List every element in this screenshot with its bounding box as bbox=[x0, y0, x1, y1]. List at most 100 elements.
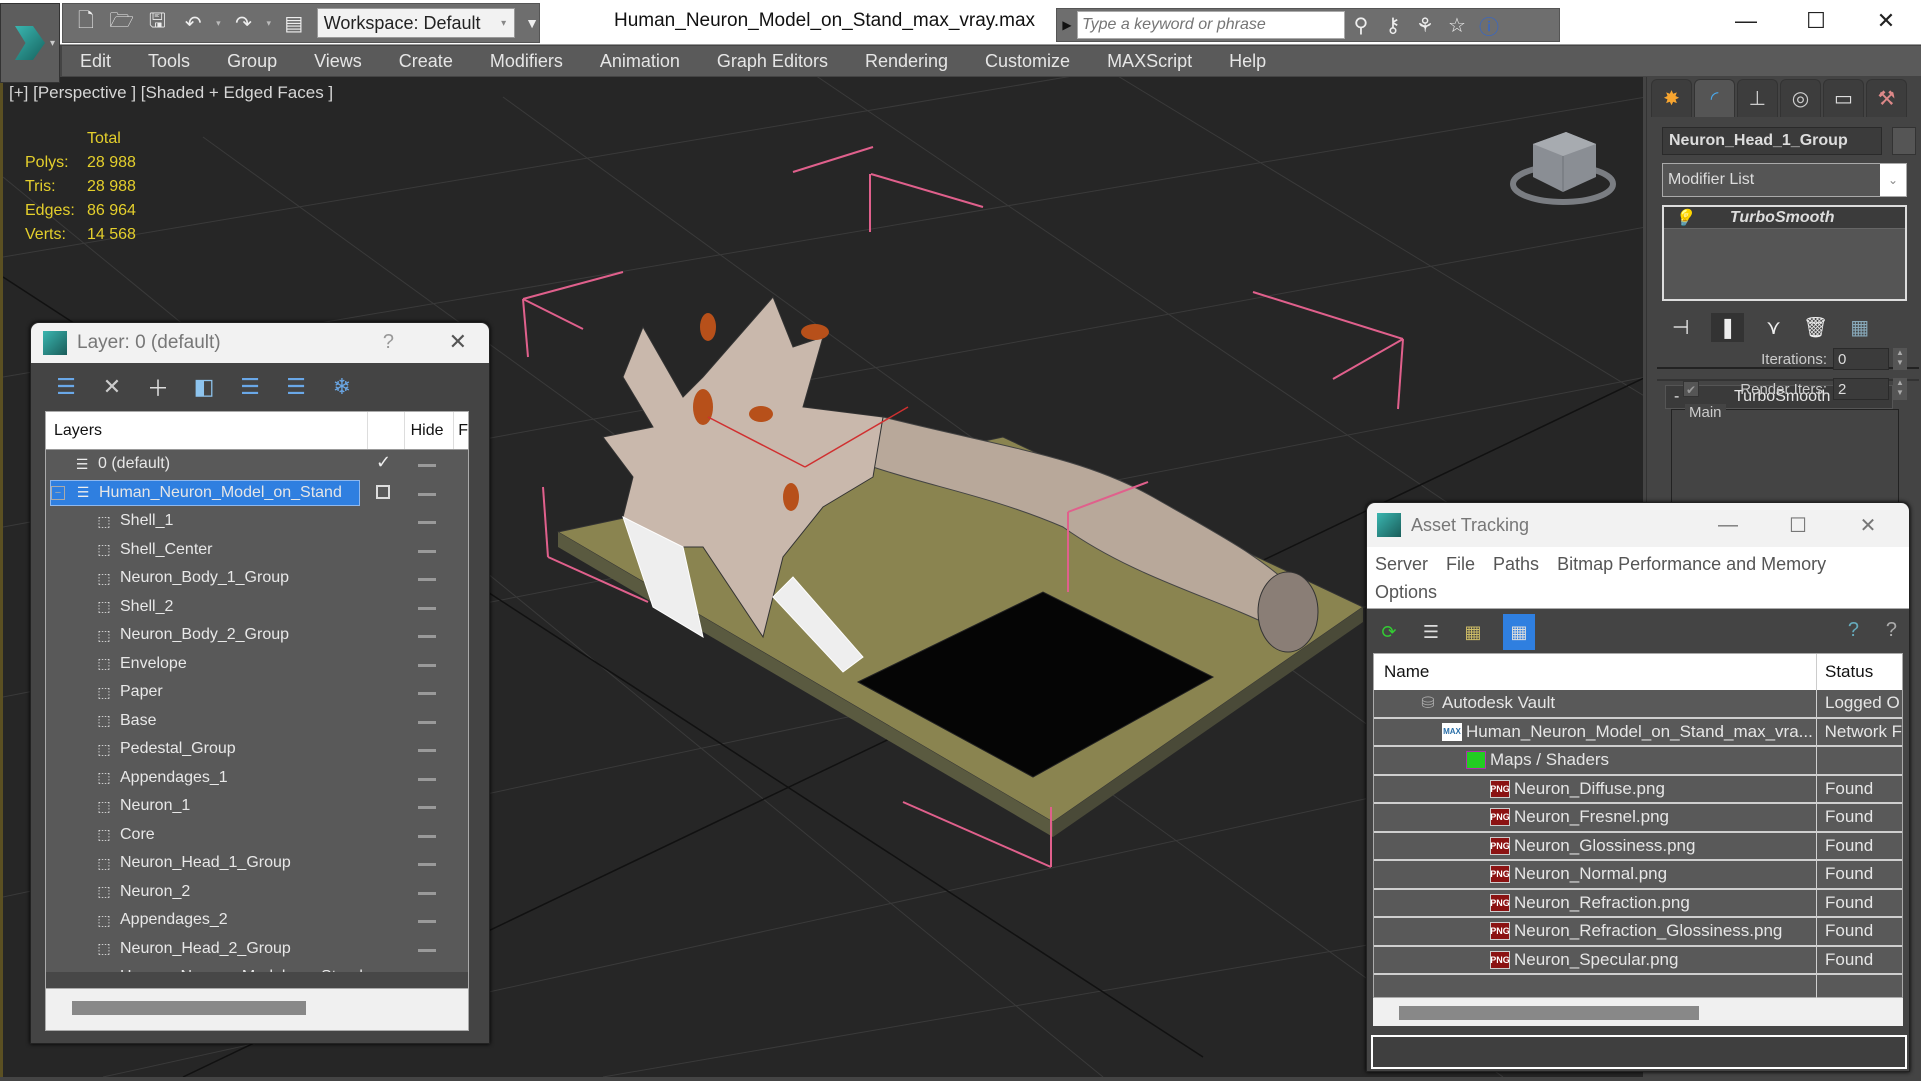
render-iters-input[interactable] bbox=[1833, 378, 1889, 400]
object-row[interactable]: ⬚ Paper bbox=[46, 678, 468, 707]
horizontal-scrollbar[interactable] bbox=[1373, 998, 1903, 1026]
hide-toggle[interactable] bbox=[418, 606, 436, 610]
context-help-icon[interactable]: ? bbox=[1886, 619, 1897, 642]
set-current-layer-icon[interactable]: ☰ bbox=[281, 372, 311, 402]
list-view-icon[interactable]: ☰ bbox=[1419, 618, 1443, 646]
modifier-stack-item[interactable]: 💡 TurboSmooth bbox=[1664, 207, 1905, 229]
object-row[interactable]: ⬚ Neuron_2 bbox=[46, 878, 468, 907]
hide-toggle[interactable] bbox=[418, 578, 436, 581]
object-row[interactable]: ⬚ Shell_2 bbox=[46, 593, 468, 622]
utilities-tab[interactable]: ⚒ bbox=[1866, 79, 1907, 117]
dialog-title-bar[interactable]: Layer: 0 (default) ? ✕ bbox=[31, 323, 489, 363]
app-menu-button[interactable]: ▾ bbox=[0, 3, 60, 83]
column-header-name[interactable]: Name bbox=[1374, 654, 1817, 690]
hide-toggle[interactable] bbox=[418, 834, 436, 838]
redo-icon[interactable]: ↷ bbox=[231, 10, 257, 36]
layer-row[interactable]: ☰ 0 (default) ✓ bbox=[46, 450, 468, 479]
row-name-cell[interactable]: ⬚ Neuron_Body_1_Group bbox=[94, 565, 289, 591]
collapse-toggle-icon[interactable]: − bbox=[51, 485, 65, 500]
menu-customize[interactable]: Customize bbox=[985, 51, 1070, 72]
minimize-button[interactable]: — bbox=[1711, 0, 1781, 42]
customize-toolbar-icon[interactable]: ▼ bbox=[525, 15, 539, 31]
menu-edit[interactable]: Edit bbox=[80, 51, 111, 72]
menu-animation[interactable]: Animation bbox=[600, 51, 680, 72]
hide-toggle[interactable] bbox=[418, 777, 436, 781]
object-row[interactable]: ⬚ Neuron_Body_1_Group bbox=[46, 564, 468, 593]
menu-rendering[interactable]: Rendering bbox=[865, 51, 948, 72]
hide-toggle[interactable] bbox=[418, 549, 436, 553]
viewcube[interactable] bbox=[1508, 122, 1618, 212]
object-row[interactable]: ⬚ Core bbox=[46, 821, 468, 850]
column-header-freeze[interactable]: F bbox=[454, 422, 468, 440]
asset-row[interactable]: PNG Neuron_Specular.png Found bbox=[1374, 946, 1902, 975]
row-name-cell[interactable]: ⬚ Appendages_1 bbox=[94, 765, 227, 791]
show-end-result-icon[interactable]: ❚ bbox=[1711, 312, 1745, 342]
close-button[interactable]: ✕ bbox=[449, 329, 467, 355]
row-name-cell[interactable]: ⬚ Neuron_Head_2_Group bbox=[94, 936, 290, 962]
create-layer-icon[interactable]: ☰ bbox=[51, 372, 81, 402]
project-folder-icon[interactable]: ▤ bbox=[281, 10, 307, 36]
expand-arrow-icon[interactable]: ▶ bbox=[1057, 18, 1077, 32]
refresh-icon[interactable]: ⟳ bbox=[1377, 618, 1401, 646]
key-icon[interactable]: ⚷ bbox=[1377, 13, 1409, 38]
asset-row[interactable]: PNG Neuron_Diffuse.png Found bbox=[1374, 775, 1902, 804]
menu-help[interactable]: Help bbox=[1229, 51, 1266, 72]
row-name-cell[interactable]: ⬚ Shell_2 bbox=[94, 594, 173, 620]
remove-modifier-icon[interactable]: 🗑 bbox=[1803, 315, 1828, 340]
select-layer-icon[interactable]: ☰ bbox=[235, 372, 265, 402]
row-name-cell[interactable]: ⬚ Neuron_1 bbox=[94, 793, 190, 819]
object-name-field[interactable]: Neuron_Head_1_Group bbox=[1662, 127, 1882, 155]
close-button[interactable]: ✕ bbox=[1851, 0, 1921, 42]
add-to-layer-icon[interactable]: ＋ bbox=[143, 372, 173, 402]
asset-row[interactable]: PNG Neuron_Refraction_Glossiness.png Found bbox=[1374, 918, 1902, 947]
menu-file[interactable]: File bbox=[1446, 554, 1475, 575]
spinner-arrows-icon[interactable]: ▲ ▼ bbox=[1893, 348, 1907, 370]
row-name-cell[interactable]: ⬚ Core bbox=[94, 822, 154, 848]
delete-layer-icon[interactable]: ✕ bbox=[97, 372, 127, 402]
hide-toggle[interactable] bbox=[418, 806, 436, 809]
menu-group[interactable]: Group bbox=[227, 51, 277, 72]
binoculars-icon[interactable]: ⚲ bbox=[1345, 13, 1377, 38]
maximize-button[interactable]: ☐ bbox=[1763, 503, 1833, 547]
menu-bitmap-performance[interactable]: Bitmap Performance and Memory bbox=[1557, 554, 1826, 575]
object-row[interactable]: ⬚ Neuron_Head_2_Group bbox=[46, 935, 468, 964]
menu-views[interactable]: Views bbox=[314, 51, 362, 72]
hide-toggle[interactable] bbox=[418, 749, 436, 752]
asset-row[interactable]: MAX Human_Neuron_Model_on_Stand_max_vra..… bbox=[1374, 718, 1902, 747]
object-row[interactable]: ⬚ Base bbox=[46, 707, 468, 736]
pin-stack-icon[interactable]: ⊣ bbox=[1672, 315, 1689, 340]
search-input[interactable] bbox=[1077, 11, 1345, 39]
satellite-icon[interactable]: ⚘ bbox=[1409, 13, 1441, 38]
row-name-cell[interactable]: ⬚ Neuron_Head_1_Group bbox=[94, 850, 290, 876]
object-row[interactable]: ⬚ Neuron_1 bbox=[46, 792, 468, 821]
column-header-layers[interactable]: Layers bbox=[46, 412, 368, 449]
object-row[interactable]: ⬚ Appendages_1 bbox=[46, 764, 468, 793]
help-icon[interactable]: ⓘ bbox=[1473, 11, 1505, 40]
star-icon[interactable]: ☆ bbox=[1441, 13, 1473, 38]
column-header-current[interactable] bbox=[368, 412, 405, 449]
asset-row[interactable]: PNG Neuron_Normal.png Found bbox=[1374, 861, 1902, 890]
undo-dropdown-icon[interactable]: ▾ bbox=[216, 18, 221, 29]
asset-row[interactable]: PNG Neuron_Refraction.png Found bbox=[1374, 889, 1902, 918]
hierarchy-tab[interactable]: ⊥ bbox=[1737, 79, 1778, 117]
maximize-button[interactable]: ☐ bbox=[1781, 0, 1851, 42]
menu-tools[interactable]: Tools bbox=[148, 51, 190, 72]
object-row[interactable]: ⬚ Appendages_2 bbox=[46, 906, 468, 935]
row-name-cell[interactable]: ⬚ Shell_Center bbox=[94, 537, 212, 563]
modify-tab[interactable]: ◜ bbox=[1694, 79, 1735, 117]
horizontal-scrollbar[interactable] bbox=[46, 988, 468, 1030]
row-name-cell[interactable]: ⬚ Base bbox=[94, 708, 156, 734]
hide-toggle[interactable] bbox=[418, 948, 436, 952]
table-view-icon[interactable]: ▦ bbox=[1503, 614, 1535, 650]
workspace-dropdown[interactable]: Workspace: Default ▾ bbox=[316, 8, 516, 38]
hide-toggle[interactable] bbox=[418, 863, 436, 866]
create-tab[interactable]: ✸ bbox=[1651, 79, 1692, 117]
object-row[interactable]: ⬚ Neuron_Body_2_Group bbox=[46, 621, 468, 650]
dialog-title-bar[interactable]: Asset Tracking — ☐ ✕ bbox=[1367, 503, 1909, 547]
motion-tab[interactable]: ◎ bbox=[1780, 79, 1821, 117]
scrollbar-thumb[interactable] bbox=[72, 1001, 306, 1015]
asset-row[interactable]: Maps / Shaders bbox=[1374, 747, 1902, 776]
modifier-list-dropdown[interactable]: Modifier List ⌄ bbox=[1662, 163, 1907, 197]
close-button[interactable]: ✕ bbox=[1833, 503, 1903, 547]
row-name-cell[interactable]: ☰ 0 (default) bbox=[72, 451, 170, 477]
